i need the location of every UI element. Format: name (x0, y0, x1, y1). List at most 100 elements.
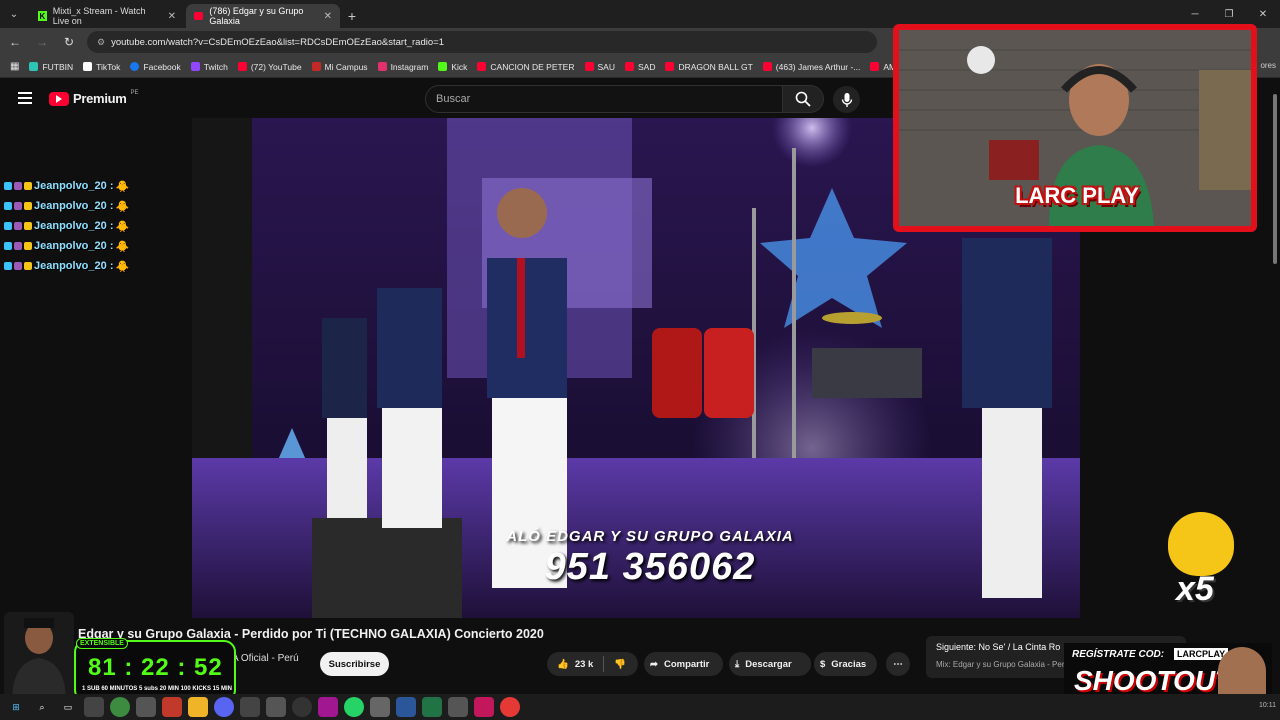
close-icon[interactable]: ✕ (168, 11, 176, 22)
page-scrollbar[interactable] (1273, 94, 1277, 264)
bookmark-mi-campus[interactable]: Mi Campus (311, 62, 368, 72)
stream-chat: Jeanpolvo_20 : 🐥 Jeanpolvo_20 : 🐥 Jeanpolv… (4, 176, 144, 276)
obs-icon[interactable] (292, 697, 312, 717)
reload-icon[interactable]: ↻ (57, 30, 81, 54)
back-icon[interactable]: ← (3, 30, 27, 54)
futbin-icon (29, 62, 39, 71)
system-clock[interactable]: 10:11 (1259, 702, 1276, 709)
discord-icon[interactable] (214, 697, 234, 717)
video-title: Edgar y su Grupo Galaxia - Perdido por T… (78, 627, 544, 641)
chat-message: Jeanpolvo_20 : 🐥 (4, 196, 144, 216)
share-label: Compartir (663, 658, 710, 670)
new-tab-button[interactable]: + (340, 4, 364, 28)
bookmark-sau[interactable]: SAU (584, 62, 615, 72)
share-button[interactable]: ➦ Compartir (644, 652, 723, 676)
file-app-icon[interactable] (84, 697, 104, 717)
windows-start-icon[interactable]: ⊞ (6, 697, 26, 717)
excel-icon[interactable] (422, 697, 442, 717)
search-button[interactable] (782, 85, 824, 113)
badge-icon (24, 222, 32, 230)
up-next-title: No Se' / La Cinta Ro (978, 642, 1061, 652)
forward-icon[interactable]: → (30, 30, 54, 54)
bookmark-sad[interactable]: SAD (624, 62, 655, 72)
tab-youtube[interactable]: (786) Edgar y su Grupo Galaxia ✕ (186, 4, 340, 28)
youtube-icon (477, 62, 487, 71)
app-icon[interactable] (266, 697, 286, 717)
chat-username: Jeanpolvo_20 : (34, 220, 114, 232)
badge-icon (4, 222, 12, 230)
like-count: 23 k (574, 658, 594, 670)
youtube-logo[interactable]: Premium PE (49, 90, 139, 106)
menu-icon[interactable] (18, 92, 32, 104)
bookmark-james-arthur[interactable]: (463) James Arthur -... (762, 62, 860, 72)
bookmark-youtube[interactable]: (72) YouTube (237, 62, 302, 72)
channel-name[interactable]: A Oficial - Perú (232, 653, 299, 664)
url-field[interactable]: ⚙ youtube.com/watch?v=CsDEmOEzEao&list=R… (87, 31, 877, 53)
bookmark-kick[interactable]: Kick (438, 62, 467, 72)
bookmark-cancion[interactable]: CANCION DE PETER (477, 62, 575, 72)
youtube-icon (624, 62, 634, 71)
bookmark-facebook[interactable]: Facebook (130, 62, 181, 72)
bookmark-twitch[interactable]: Twitch (190, 62, 228, 72)
tiktok-icon (83, 62, 93, 71)
dislike-button[interactable]: 👎 (604, 652, 636, 676)
video-phone-number: 951 356062 (544, 546, 756, 588)
app-icon[interactable] (136, 697, 156, 717)
bookmark-instagram[interactable]: Instagram (377, 62, 428, 72)
bookmark-tiktok[interactable]: TikTok (83, 62, 120, 72)
youtube-icon (665, 62, 675, 71)
youtube-play-icon (49, 91, 69, 106)
task-view-icon[interactable]: ▭ (58, 697, 78, 717)
app-icon[interactable] (162, 697, 182, 717)
up-next-label: Siguiente: (936, 642, 977, 652)
close-icon[interactable]: ✕ (324, 11, 332, 22)
tab-kick[interactable]: K Mixti_x Stream - Watch Live on ✕ (30, 4, 184, 28)
windows-taskbar: ⊞ ⌕ ▭ 10:11 (0, 694, 1280, 720)
ad-promo-code: LARCPLAY (1174, 648, 1229, 660)
calculator-icon[interactable] (370, 697, 390, 717)
site-info-icon[interactable]: ⚙ (97, 37, 105, 48)
chat-message: Jeanpolvo_20 : 🐥 (4, 236, 144, 256)
timer-rule: 5 subs 20 MIN (138, 686, 179, 692)
like-button[interactable]: 👍 23 k (547, 652, 603, 676)
badge-icon (24, 262, 32, 270)
whatsapp-icon[interactable] (344, 697, 364, 717)
tab-search-icon[interactable]: ⌄ (0, 0, 28, 28)
app-icon[interactable] (448, 697, 468, 717)
like-dislike-group: 👍 23 k 👎 (547, 652, 638, 676)
thumbs-down-icon: 👎 (614, 658, 627, 670)
app-icon[interactable] (318, 697, 338, 717)
search-input[interactable]: Buscar (425, 85, 783, 113)
twitch-icon (190, 62, 200, 71)
emote-icon: 🐥 (115, 180, 130, 193)
apps-grid-icon[interactable]: ▦ (10, 61, 19, 72)
subathon-timer: EXTENSIBLE 81 : 22 : 52 1 SUB 60 MINUTOS… (74, 638, 236, 702)
bookmark-dragon-ball[interactable]: DRAGON BALL GT (665, 62, 753, 72)
badge-icon (24, 182, 32, 190)
word-icon[interactable] (396, 697, 416, 717)
app-icon[interactable] (240, 697, 260, 717)
badge-icon (14, 182, 22, 190)
subscribe-button[interactable]: Suscribirse (320, 652, 389, 676)
app-icon[interactable] (474, 697, 494, 717)
badge-icon (14, 202, 22, 210)
badge-icon (24, 242, 32, 250)
campus-icon (311, 62, 321, 71)
timer-rule: 100 KICKS 15 MIN (180, 686, 232, 692)
microphone-icon (841, 92, 852, 107)
bookmarks-overflow[interactable]: ores (1260, 61, 1276, 70)
app-icon[interactable] (500, 697, 520, 717)
bookmark-futbin[interactable]: FUTBIN (29, 62, 73, 72)
file-explorer-icon[interactable] (188, 697, 208, 717)
chrome-icon[interactable] (110, 697, 130, 717)
search-icon[interactable]: ⌕ (32, 697, 52, 717)
thanks-button[interactable]: $ Gracias (814, 652, 877, 676)
voice-search-button[interactable] (833, 86, 860, 113)
more-actions-icon[interactable]: ⋯ (886, 652, 910, 676)
badge-icon (4, 262, 12, 270)
search-icon (795, 91, 811, 107)
url-text: youtube.com/watch?v=CsDEmOEzEao&list=RDC… (111, 36, 444, 48)
youtube-icon (237, 62, 247, 71)
emote-icon: 🐥 (115, 220, 130, 233)
download-button[interactable]: ⤓ Descargar (729, 652, 811, 676)
